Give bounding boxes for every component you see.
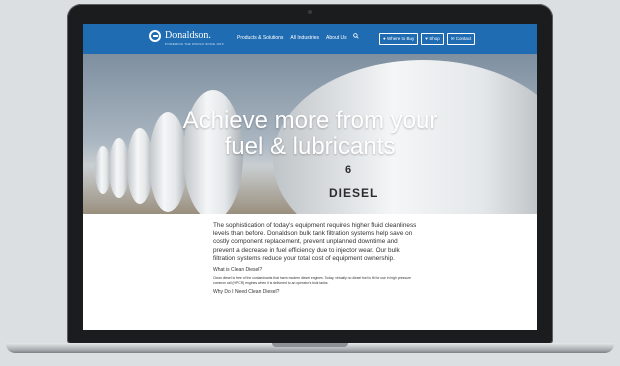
heart-icon: ♥	[425, 36, 428, 41]
hero-title-line-1: Achieve more from your	[182, 107, 438, 134]
laptop-screen: Donaldson. POWERING THE WORLD SINCE 1915…	[83, 24, 537, 330]
heading-why-clean-diesel: Why Do I Need Clean Diesel?	[213, 289, 280, 296]
nav-link-all-industries[interactable]: All Industries	[290, 35, 319, 41]
intro-paragraph: The sophistication of today's equipment …	[213, 222, 417, 262]
main-content: The sophistication of today's equipment …	[213, 222, 419, 298]
camera	[308, 10, 312, 14]
header-buttons: ● Where to Buy ♥ Shop ✉ Contact	[379, 33, 476, 45]
logo-mark-icon	[149, 30, 161, 42]
search-icon[interactable]	[353, 33, 359, 39]
logo-subtext: POWERING THE WORLD SINCE 1915	[165, 42, 224, 46]
laptop-notch	[272, 343, 348, 347]
site-header: Donaldson. POWERING THE WORLD SINCE 1915…	[83, 24, 537, 54]
shop-button[interactable]: ♥ Shop	[421, 33, 444, 45]
where-to-buy-label: Where to Buy	[386, 36, 415, 41]
logo-text: Donaldson.	[165, 30, 211, 41]
envelope-icon: ✉	[450, 36, 455, 41]
tank-number: 6	[345, 164, 352, 176]
hero-title-line-2: fuel & lubricants	[224, 133, 396, 160]
heading-what-is-clean-diesel: What is Clean Diesel?	[213, 267, 263, 274]
hero-banner: Achieve more from your fuel & lubricants…	[83, 54, 537, 214]
hero-title: Achieve more from your fuel & lubricants	[83, 108, 537, 160]
location-pin-icon: ●	[383, 36, 386, 41]
contact-label: Contact	[455, 36, 472, 41]
laptop-lid: Donaldson. POWERING THE WORLD SINCE 1915…	[67, 4, 553, 344]
nav-link-products-solutions[interactable]: Products & Solutions	[237, 35, 283, 41]
donaldson-logo[interactable]: Donaldson. POWERING THE WORLD SINCE 1915	[149, 30, 224, 46]
tank-label: DIESEL	[329, 186, 379, 200]
where-to-buy-button[interactable]: ● Where to Buy	[379, 33, 419, 45]
paragraph-clean-diesel: Clean diesel is free of the contaminants…	[213, 276, 411, 285]
contact-button[interactable]: ✉ Contact	[446, 33, 476, 45]
nav-link-about-us[interactable]: About Us	[326, 35, 347, 41]
shop-label: Shop	[429, 36, 440, 41]
main-nav: Products & Solutions All Industries Abou…	[237, 35, 347, 41]
